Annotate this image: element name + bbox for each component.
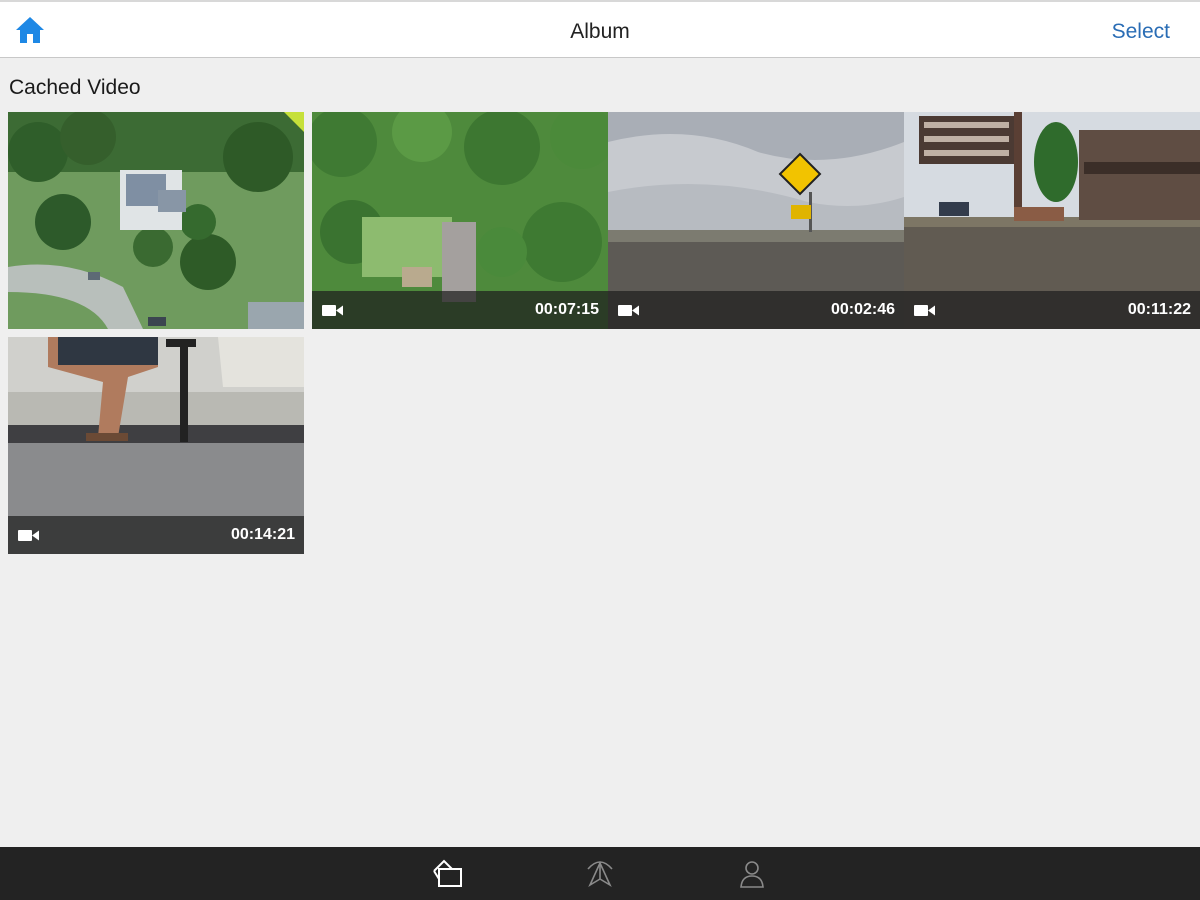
aerial-house-thumbnail xyxy=(8,112,304,329)
section-title: Cached Video xyxy=(9,76,141,99)
video-tile[interactable]: 00:11:22 xyxy=(904,112,1200,329)
nav-album[interactable] xyxy=(430,857,466,891)
page-title: Album xyxy=(570,20,630,43)
video-duration: 00:11:22 xyxy=(1127,301,1191,318)
video-duration: 00:07:15 xyxy=(534,301,599,318)
video-camera-icon xyxy=(914,305,935,316)
top-bar: Album Select xyxy=(0,0,1200,58)
profile-icon xyxy=(740,861,764,888)
nav-drone[interactable] xyxy=(582,857,618,891)
video-duration: 00:14:21 xyxy=(230,526,295,543)
drone-icon xyxy=(587,861,613,888)
video-duration: 00:02:46 xyxy=(830,301,895,318)
new-badge-icon xyxy=(284,112,304,132)
video-camera-icon xyxy=(618,305,639,316)
nav-profile[interactable] xyxy=(734,857,770,891)
album-icon xyxy=(433,859,462,887)
video-info-bar: 00:14:21 xyxy=(8,516,304,554)
video-camera-icon xyxy=(18,530,39,541)
video-info-bar: 00:11:22 xyxy=(904,291,1200,329)
video-tile[interactable] xyxy=(8,112,304,329)
video-tile[interactable]: 00:14:21 xyxy=(8,337,304,554)
video-info-bar: 00:07:15 xyxy=(312,291,608,329)
select-button[interactable]: Select xyxy=(1112,20,1170,44)
video-tile[interactable]: 00:07:15 xyxy=(312,112,608,329)
video-tile[interactable]: 00:02:46 xyxy=(608,112,904,329)
video-camera-icon xyxy=(322,305,343,316)
bottom-nav xyxy=(0,847,1200,900)
video-info-bar: 00:02:46 xyxy=(608,291,904,329)
